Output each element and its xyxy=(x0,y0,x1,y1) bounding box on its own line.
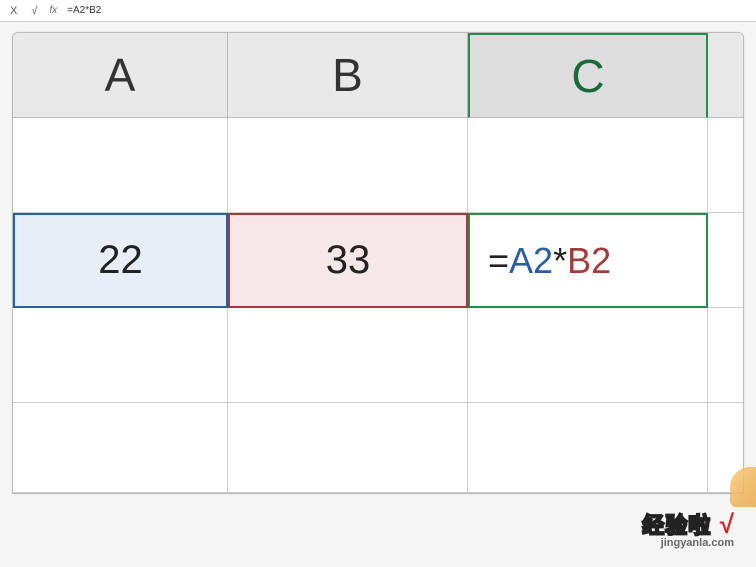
cell-b4[interactable] xyxy=(228,403,468,493)
grid: A B C 22 33 =A2*B2 xyxy=(13,33,743,493)
corner-accent xyxy=(730,467,756,507)
fx-icon[interactable]: fx xyxy=(49,5,57,16)
cell-a2[interactable]: 22 xyxy=(13,213,228,308)
sheet-container: A B C 22 33 =A2*B2 xyxy=(0,22,756,494)
cell-c2[interactable]: =A2*B2 xyxy=(468,213,708,308)
cell-d2[interactable] xyxy=(708,213,744,308)
cell-a4[interactable] xyxy=(13,403,228,493)
column-header-d[interactable] xyxy=(708,33,744,118)
cell-b1[interactable] xyxy=(228,118,468,213)
watermark-brand: 经验啦 xyxy=(642,515,711,537)
watermark-site: jingyanla.com xyxy=(642,538,734,549)
confirm-button[interactable]: √ xyxy=(29,5,39,17)
cell-c1[interactable] xyxy=(468,118,708,213)
cell-c3[interactable] xyxy=(468,308,708,403)
cell-c4[interactable] xyxy=(468,403,708,493)
cell-d1[interactable] xyxy=(708,118,744,213)
cell-d3[interactable] xyxy=(708,308,744,403)
formula-bar: X √ fx =A2*B2 xyxy=(0,0,756,22)
formula-operator: * xyxy=(553,240,567,282)
formula-ref-b2: B2 xyxy=(567,240,611,282)
formula-input[interactable]: =A2*B2 xyxy=(67,5,748,16)
cell-a3[interactable] xyxy=(13,308,228,403)
spreadsheet: A B C 22 33 =A2*B2 xyxy=(12,32,744,494)
cell-a1[interactable] xyxy=(13,118,228,213)
watermark: 经验啦 √ jingyanla.com xyxy=(642,511,734,549)
cell-b3[interactable] xyxy=(228,308,468,403)
column-header-c[interactable]: C xyxy=(468,33,708,118)
cancel-button[interactable]: X xyxy=(8,5,19,17)
formula-ref-a2: A2 xyxy=(509,240,553,282)
column-header-b[interactable]: B xyxy=(228,33,468,118)
cell-b2[interactable]: 33 xyxy=(228,213,468,308)
column-header-a[interactable]: A xyxy=(13,33,228,118)
watermark-check-icon: √ xyxy=(720,509,734,539)
formula-equals: = xyxy=(488,240,509,282)
